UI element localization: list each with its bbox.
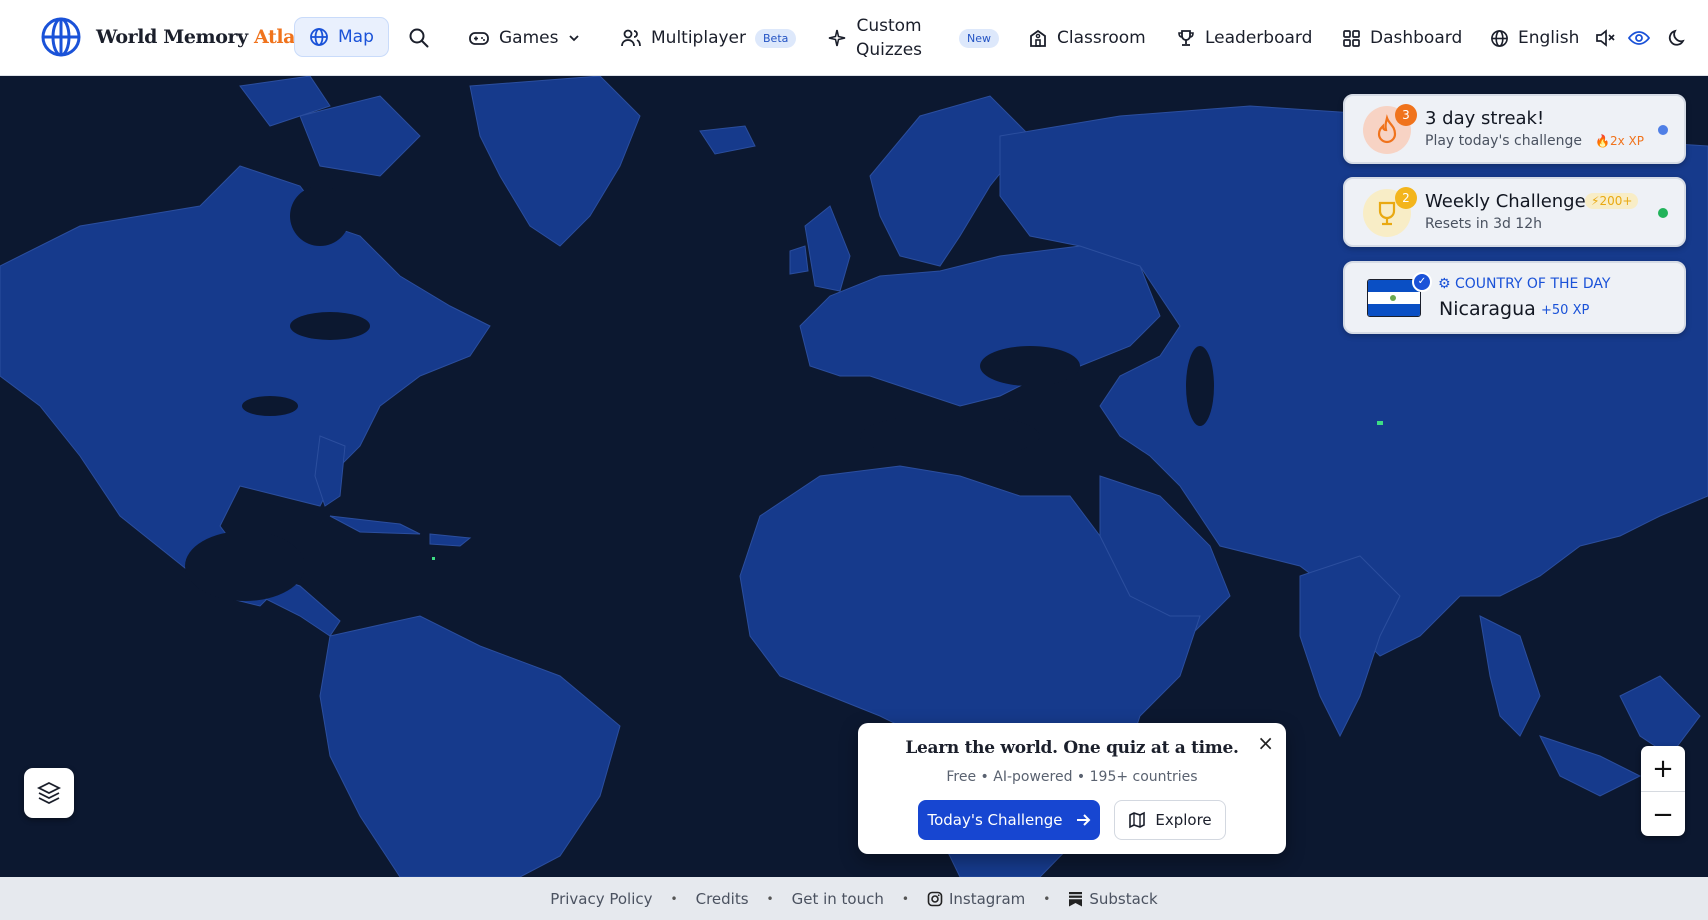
- streak-title: 3 day streak!: [1425, 108, 1545, 129]
- explore-label: Explore: [1155, 811, 1212, 829]
- nav-multiplayer-label: Multiplayer: [651, 28, 746, 48]
- layers-icon: [36, 781, 62, 805]
- globe-icon: [310, 28, 328, 46]
- top-nav: World Memory Atlas Map Games Multiplayer…: [0, 0, 1708, 76]
- footer-link-contact[interactable]: Get in touch: [792, 890, 884, 908]
- substack-icon: [1069, 891, 1083, 906]
- nav-leaderboard-label: Leaderboard: [1205, 28, 1313, 48]
- streak-bonus: 🔥2x XP: [1595, 134, 1644, 148]
- brand-name: World Memory Atlas: [96, 26, 306, 48]
- weekly-challenge-card[interactable]: 2 Weekly Challenge Resets in 3d 12h ⚡200…: [1343, 177, 1686, 247]
- trophy-icon: [1178, 30, 1194, 46]
- popup-subtitle: Free • AI-powered • 195+ countries: [946, 769, 1198, 785]
- globe-logo-icon: [41, 17, 81, 57]
- footer-link-substack[interactable]: Substack: [1068, 890, 1158, 908]
- layers-button[interactable]: [24, 768, 74, 818]
- zoom-in-button[interactable]: +: [1641, 746, 1685, 792]
- school-icon: [1030, 29, 1046, 47]
- theme-toggle[interactable]: [1668, 0, 1688, 76]
- beta-badge: Beta: [755, 28, 797, 48]
- grid-icon: [1343, 29, 1360, 47]
- nav-classroom[interactable]: Classroom: [1028, 0, 1146, 76]
- weekly-subtitle: Resets in 3d 12h: [1425, 216, 1542, 232]
- footer-link-instagram[interactable]: Instagram: [927, 890, 1025, 908]
- footer-separator: •: [766, 891, 774, 906]
- welcome-popup: Learn the world. One quiz at a time. × F…: [858, 723, 1286, 854]
- nav-multiplayer[interactable]: Multiplayer Beta: [620, 0, 797, 76]
- footer-separator: •: [901, 891, 909, 906]
- eye-icon: [1628, 31, 1650, 45]
- nav-dashboard[interactable]: Dashboard: [1342, 0, 1462, 76]
- streak-subtitle: Play today's challenge: [1425, 133, 1582, 149]
- streak-card[interactable]: 3 3 day streak! Play today's challenge 🔥…: [1343, 94, 1686, 164]
- map-icon: [1129, 811, 1146, 829]
- search-button[interactable]: [408, 0, 430, 76]
- nav-classroom-label: Classroom: [1057, 28, 1146, 48]
- popup-title: Learn the world. One quiz at a time.: [905, 738, 1239, 758]
- nav-custom-label: Custom Quizzes: [856, 16, 923, 60]
- footer-link-privacy[interactable]: Privacy Policy: [550, 890, 652, 908]
- country-kicker: ⚙ COUNTRY OF THE DAY: [1438, 276, 1611, 292]
- instagram-icon: [927, 891, 943, 906]
- weekly-count-badge: 2: [1395, 187, 1417, 209]
- nav-leaderboard[interactable]: Leaderboard: [1176, 0, 1312, 76]
- zoom-out-button[interactable]: −: [1641, 792, 1685, 837]
- country-xp: +50 XP: [1541, 303, 1590, 318]
- users-icon: [621, 29, 641, 47]
- brand[interactable]: World Memory Atlas: [40, 16, 306, 58]
- moon-icon: [1668, 29, 1685, 46]
- footer-separator: •: [1043, 891, 1051, 906]
- todays-challenge-label: Today's Challenge: [927, 811, 1063, 829]
- weekly-title: Weekly Challenge: [1425, 191, 1586, 212]
- todays-challenge-button[interactable]: Today's Challenge: [918, 800, 1100, 840]
- gamepad-icon: [469, 32, 489, 45]
- verified-icon: ✓: [1412, 272, 1432, 292]
- weekly-bonus: ⚡200+: [1585, 193, 1639, 209]
- weekly-status-dot: [1658, 208, 1668, 218]
- nav-custom-quizzes[interactable]: Custom Quizzes New: [827, 0, 1000, 76]
- nav-map-label: Map: [338, 27, 374, 47]
- visibility-toggle[interactable]: [1628, 0, 1650, 76]
- zoom-controls: + −: [1641, 746, 1685, 836]
- nav-games[interactable]: Games: [468, 0, 581, 76]
- sparkles-icon: [828, 29, 846, 47]
- language-label: English: [1518, 28, 1580, 48]
- footer: Privacy Policy • Credits • Get in touch …: [0, 877, 1708, 920]
- streak-status-dot: [1658, 125, 1668, 135]
- arrow-right-icon: [1076, 814, 1090, 826]
- explore-button[interactable]: Explore: [1114, 800, 1226, 840]
- country-of-day-card[interactable]: ✓ ⚙ COUNTRY OF THE DAY Nicaragua +50 XP: [1343, 261, 1686, 334]
- mute-button[interactable]: [1594, 0, 1616, 76]
- nav-map[interactable]: Map: [294, 17, 389, 57]
- nav-games-label: Games: [499, 28, 559, 48]
- footer-separator: •: [670, 891, 678, 906]
- country-name: Nicaragua: [1439, 298, 1536, 320]
- chevron-down-icon: [569, 35, 580, 42]
- new-badge: New: [959, 28, 1000, 48]
- streak-count-badge: 3: [1395, 104, 1417, 126]
- globe-language-icon: [1491, 29, 1508, 47]
- close-icon[interactable]: ×: [1257, 733, 1274, 753]
- footer-link-credits[interactable]: Credits: [696, 890, 749, 908]
- search-icon: [409, 28, 429, 48]
- nav-dashboard-label: Dashboard: [1370, 28, 1463, 48]
- language-selector[interactable]: English: [1490, 0, 1579, 76]
- badge-icon: ⚙: [1438, 276, 1451, 292]
- mute-icon: [1596, 29, 1615, 47]
